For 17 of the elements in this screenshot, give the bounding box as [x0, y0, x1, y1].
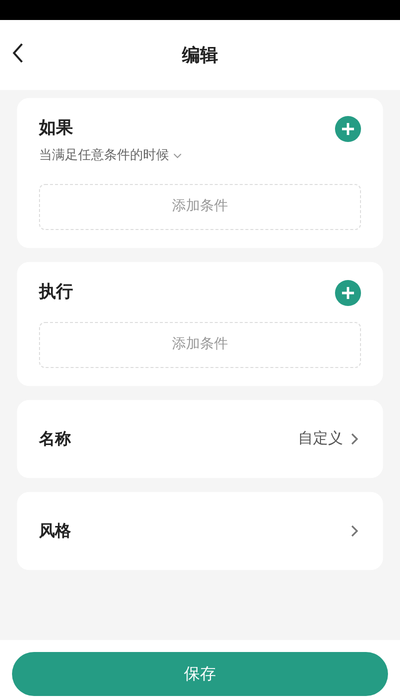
setting-row[interactable]: 风格: [17, 492, 383, 570]
section-title: 如果: [39, 117, 73, 140]
row-label: 风格: [39, 520, 71, 542]
add-button[interactable]: [335, 280, 361, 306]
row-value: 自定义: [298, 428, 343, 450]
plus-icon: [341, 122, 355, 136]
chevron-down-icon: [173, 152, 182, 159]
back-icon: [12, 42, 24, 64]
row-label: 名称: [39, 428, 71, 450]
page-title: 编辑: [182, 44, 218, 68]
section-title: 执行: [39, 280, 73, 304]
condition-dropdown[interactable]: 当满足任意条件的时候: [39, 146, 169, 166]
back-button[interactable]: [12, 42, 24, 64]
setting-row[interactable]: 名称 自定义: [17, 400, 383, 478]
plus-icon: [341, 286, 355, 300]
save-button[interactable]: 保存: [12, 652, 388, 696]
add-button[interactable]: [335, 116, 361, 142]
